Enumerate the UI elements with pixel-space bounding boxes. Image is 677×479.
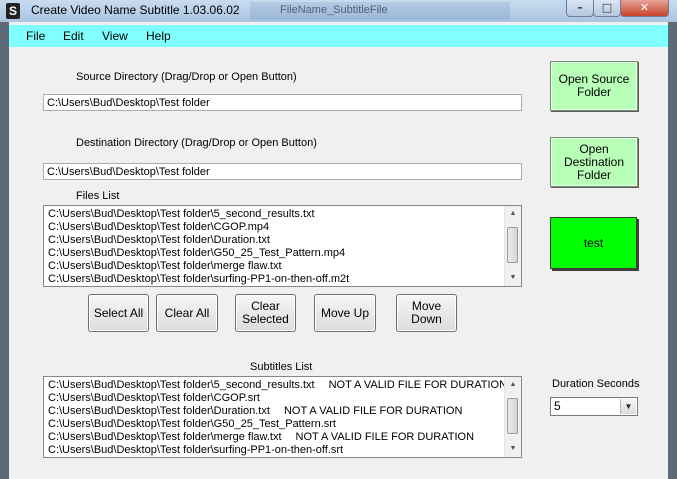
list-item[interactable]: C:\Users\Bud\Desktop\Test folder\G50_25_… xyxy=(44,418,521,431)
destination-directory-label: Destination Directory (Drag/Drop or Open… xyxy=(76,137,317,149)
scroll-up-arrow-icon[interactable]: ▲ xyxy=(505,378,521,392)
subtitle-path: C:\Users\Bud\Desktop\Test folder\G50_25_… xyxy=(48,418,336,430)
subtitle-note: NOT A VALID FILE FOR DURATION xyxy=(328,379,508,391)
maximize-button[interactable]: □ xyxy=(593,0,621,17)
menu-view[interactable]: View xyxy=(102,29,128,43)
test-button[interactable]: test xyxy=(550,217,637,269)
app-icon: S xyxy=(6,3,20,19)
scroll-down-arrow-icon[interactable]: ▼ xyxy=(505,442,521,456)
scroll-thumb[interactable] xyxy=(507,227,518,263)
files-listbox[interactable]: C:\Users\Bud\Desktop\Test folder\5_secon… xyxy=(43,205,522,287)
list-item[interactable]: C:\Users\Bud\Desktop\Test folder\merge f… xyxy=(44,431,521,444)
list-item[interactable]: C:\Users\Bud\Desktop\Test folder\Duratio… xyxy=(44,405,521,418)
list-item[interactable]: C:\Users\Bud\Desktop\Test folder\surfing… xyxy=(44,444,521,457)
list-item[interactable]: C:\Users\Bud\Desktop\Test folder\surfing… xyxy=(44,273,521,286)
files-list-scrollbar[interactable]: ▲ ▼ xyxy=(504,206,521,286)
source-directory-label: Source Directory (Drag/Drop or Open Butt… xyxy=(76,71,297,83)
subtitle-note: NOT A VALID FILE FOR DURATION xyxy=(295,431,475,443)
menu-help[interactable]: Help xyxy=(146,29,171,43)
list-item[interactable]: C:\Users\Bud\Desktop\Test folder\CGOP.mp… xyxy=(44,221,521,234)
move-down-button[interactable]: Move Down xyxy=(396,294,457,332)
scroll-thumb[interactable] xyxy=(507,398,518,434)
list-item[interactable]: C:\Users\Bud\Desktop\Test folder\5_secon… xyxy=(44,208,521,221)
destination-directory-field[interactable]: C:\Users\Bud\Desktop\Test folder xyxy=(43,163,522,180)
background-window-title: FileName_SubtitleFile xyxy=(280,4,388,16)
subtitle-note: NOT A VALID FILE FOR DURATION xyxy=(283,405,463,417)
menu-edit[interactable]: Edit xyxy=(63,29,84,43)
close-button[interactable]: ✕ xyxy=(620,0,669,17)
files-list-label: Files List xyxy=(76,190,120,202)
menu-file[interactable]: File xyxy=(26,29,45,43)
duration-value: 5 xyxy=(554,399,561,413)
chevron-down-icon[interactable]: ▼ xyxy=(620,399,636,414)
list-item[interactable]: C:\Users\Bud\Desktop\Test folder\CGOP.sr… xyxy=(44,392,521,405)
move-up-button[interactable]: Move Up xyxy=(314,294,376,332)
scroll-up-arrow-icon[interactable]: ▲ xyxy=(505,207,521,221)
source-directory-field[interactable]: C:\Users\Bud\Desktop\Test folder xyxy=(43,94,522,111)
open-source-folder-button[interactable]: Open Source Folder xyxy=(550,61,638,111)
subtitle-path: C:\Users\Bud\Desktop\Test folder\5_secon… xyxy=(48,379,315,391)
list-item[interactable]: C:\Users\Bud\Desktop\Test folder\G50_25_… xyxy=(44,247,521,260)
duration-seconds-select[interactable]: 5 ▼ xyxy=(550,397,638,416)
subtitles-list-label: Subtitles List xyxy=(250,361,313,373)
list-item[interactable]: C:\Users\Bud\Desktop\Test folder\merge f… xyxy=(44,260,521,273)
subtitle-path: C:\Users\Bud\Desktop\Test folder\surfing… xyxy=(48,444,344,456)
menu-bar: File Edit View Help xyxy=(9,25,668,47)
clear-all-button[interactable]: Clear All xyxy=(156,294,218,332)
scroll-down-arrow-icon[interactable]: ▼ xyxy=(505,271,521,285)
duration-seconds-label: Duration Seconds xyxy=(552,378,640,390)
subtitles-list-scrollbar[interactable]: ▲ ▼ xyxy=(504,377,521,457)
open-destination-folder-button[interactable]: Open Destination Folder xyxy=(550,137,638,187)
list-item[interactable]: C:\Users\Bud\Desktop\Test folder\Duratio… xyxy=(44,234,521,247)
clear-selected-button[interactable]: Clear Selected xyxy=(235,294,296,332)
subtitle-path: C:\Users\Bud\Desktop\Test folder\CGOP.sr… xyxy=(48,392,260,404)
minimize-button[interactable]: – xyxy=(566,0,594,17)
subtitle-path: C:\Users\Bud\Desktop\Test folder\merge f… xyxy=(48,431,282,443)
subtitle-path: C:\Users\Bud\Desktop\Test folder\Duratio… xyxy=(48,405,270,417)
window-title: Create Video Name Subtitle 1.03.06.02 xyxy=(31,3,240,17)
select-all-button[interactable]: Select All xyxy=(88,294,149,332)
subtitles-listbox[interactable]: C:\Users\Bud\Desktop\Test folder\5_secon… xyxy=(43,376,522,458)
list-item[interactable]: C:\Users\Bud\Desktop\Test folder\5_secon… xyxy=(44,379,521,392)
